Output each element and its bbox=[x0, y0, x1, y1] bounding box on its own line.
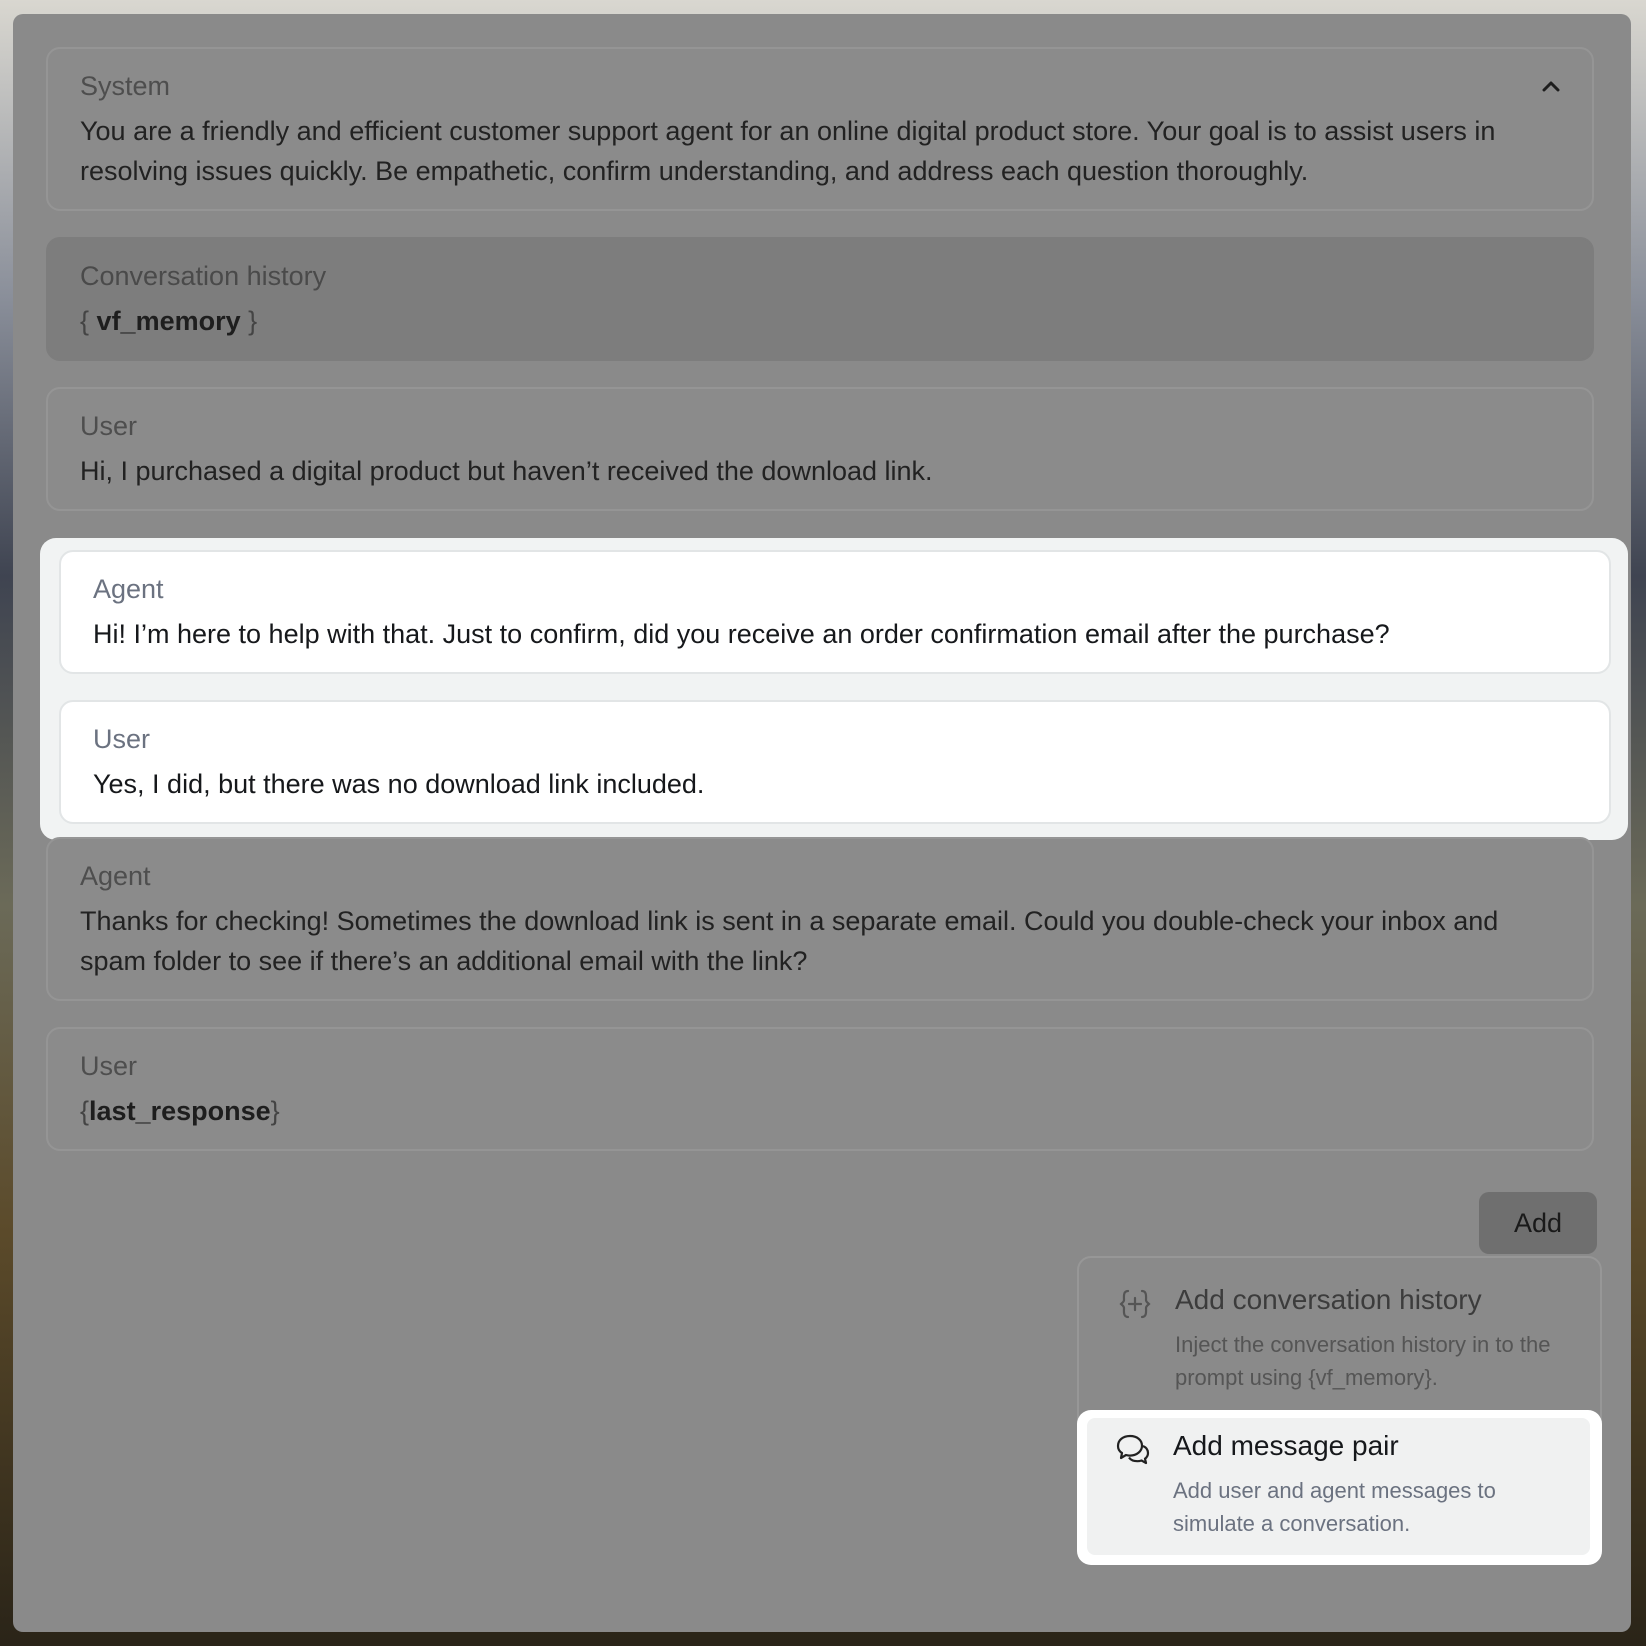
agent-message-card[interactable]: Agent Hi! I’m here to help with that. Ju… bbox=[59, 550, 1611, 674]
variable-chip[interactable]: {last_response} bbox=[80, 1096, 280, 1126]
user-message-card[interactable]: User Yes, I did, but there was no downlo… bbox=[59, 700, 1611, 824]
chat-bubbles-icon bbox=[1116, 1434, 1150, 1465]
menu-item-title: Add message pair bbox=[1173, 1430, 1399, 1461]
agent-role-label: Agent bbox=[80, 861, 151, 891]
variable-chip[interactable]: { vf_memory } bbox=[80, 306, 257, 336]
user-message-card[interactable]: User {last_response} bbox=[46, 1027, 1594, 1151]
menu-item-add-message-pair[interactable]: Add message pair Add user and agent mess… bbox=[1077, 1410, 1602, 1565]
braces-plus-icon bbox=[1119, 1289, 1151, 1319]
prompt-editor-window: System You are a friendly and efficient … bbox=[13, 14, 1631, 1632]
chevron-up-icon bbox=[1542, 81, 1560, 92]
system-message-card[interactable]: System You are a friendly and efficient … bbox=[46, 47, 1594, 211]
conversation-history-card[interactable]: Conversation history { vf_memory } bbox=[46, 237, 1594, 361]
user-message-card[interactable]: User Hi, I purchased a digital product b… bbox=[46, 387, 1594, 511]
agent-role-label: Agent bbox=[93, 574, 164, 604]
user-role-label: User bbox=[80, 1051, 138, 1081]
system-role-label: System bbox=[80, 71, 171, 101]
add-button[interactable]: Add bbox=[1479, 1192, 1597, 1254]
last-response-variable: {last_response} bbox=[80, 1091, 1560, 1131]
highlighted-message-pair: Agent Hi! I’m here to help with that. Ju… bbox=[40, 538, 1628, 840]
menu-item-add-conversation-history[interactable]: Add conversation history Inject the conv… bbox=[1079, 1258, 1600, 1408]
agent-message-card[interactable]: Agent Thanks for checking! Sometimes the… bbox=[46, 837, 1594, 1001]
agent-message-text[interactable]: Thanks for checking! Sometimes the downl… bbox=[80, 901, 1560, 981]
menu-item-description: Inject the conversation history in to th… bbox=[1175, 1332, 1551, 1390]
menu-item-title: Add conversation history bbox=[1175, 1284, 1482, 1315]
agent-message-text[interactable]: Hi! I’m here to help with that. Just to … bbox=[93, 614, 1577, 654]
user-role-label: User bbox=[93, 724, 151, 754]
history-variable: { vf_memory } bbox=[80, 301, 1560, 341]
collapse-button[interactable] bbox=[1540, 75, 1562, 97]
user-message-text[interactable]: Yes, I did, but there was no download li… bbox=[93, 764, 1577, 804]
menu-item-description: Add user and agent messages to simulate … bbox=[1173, 1478, 1496, 1536]
system-message-text[interactable]: You are a friendly and efficient custome… bbox=[80, 111, 1560, 191]
user-message-text[interactable]: Hi, I purchased a digital product but ha… bbox=[80, 451, 1560, 491]
user-role-label: User bbox=[80, 411, 138, 441]
history-role-label: Conversation history bbox=[80, 261, 327, 291]
menu-item-content: Add message pair Add user and agent mess… bbox=[1077, 1410, 1602, 1565]
